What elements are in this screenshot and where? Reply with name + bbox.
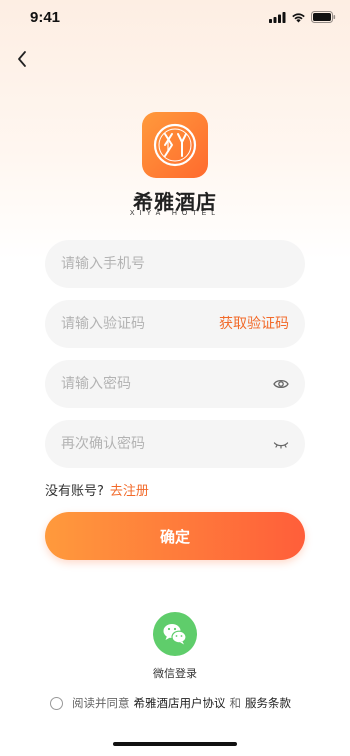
confirm-password-field[interactable] [45,420,305,468]
wifi-icon [292,12,305,22]
eye-open-icon[interactable] [273,377,289,391]
cellular-icon [269,11,286,23]
hotel-logo [142,112,208,178]
register-prompt: 没有账号? [45,484,104,499]
agreement-row: 阅读并同意 希雅酒店用户协议 和 服务条款 [50,695,295,711]
status-bar: 9:41 [0,0,350,40]
wechat-login-label: 微信登录 [153,667,197,680]
agreement-and: 和 [229,696,242,710]
confirm-password-input[interactable] [61,420,211,468]
status-time: 9:41 [30,9,61,26]
password-input[interactable] [61,360,211,408]
phone-input[interactable] [61,240,211,288]
get-code-button[interactable]: 获取验证码 [219,300,289,348]
status-icons [269,11,336,23]
wechat-login-button[interactable] [153,612,197,656]
terms-link[interactable]: 服务条款 [245,695,291,711]
user-agreement-link[interactable]: 希雅酒店用户协议 [134,695,226,711]
battery-icon [311,11,336,23]
brand-name-en: XIYA HOTEL [129,210,221,217]
eye-closed-icon[interactable] [273,437,289,451]
phone-field[interactable] [45,240,305,288]
agreement-prefix: 阅读并同意 [72,696,130,710]
chevron-left-icon[interactable] [10,46,36,72]
register-link[interactable]: 去注册 [110,484,149,499]
home-indicator[interactable] [113,742,237,746]
code-field[interactable]: 获取验证码 [45,300,305,348]
code-input[interactable] [61,300,211,348]
register-row: 没有账号? 去注册 [45,480,149,499]
confirm-button[interactable]: 确定 [45,512,305,560]
hotel-logo-mark [153,123,197,167]
agreement-checkbox[interactable] [50,696,63,710]
password-field[interactable] [45,360,305,408]
wechat-icon [163,624,187,645]
